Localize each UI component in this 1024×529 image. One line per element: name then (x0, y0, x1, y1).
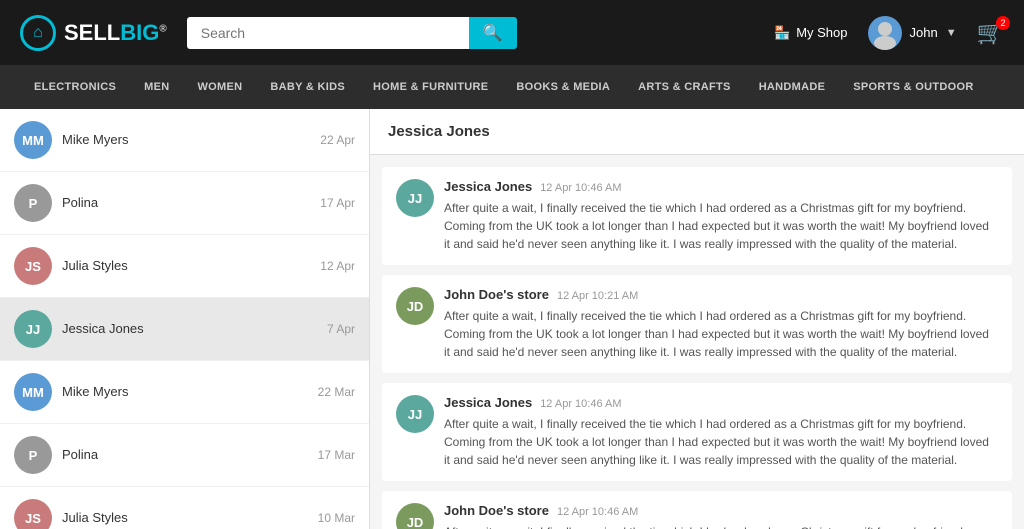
chat-date: 10 Mar (318, 511, 355, 525)
message-avatar: JD (396, 503, 434, 529)
chat-info: Mike Myers (62, 131, 320, 149)
message-text: After quite a wait, I finally received t… (444, 199, 998, 253)
logo-text: SELLBIG® (64, 20, 167, 46)
message-sender: Jessica Jones (444, 179, 532, 194)
search-bar: 🔍 (187, 17, 517, 49)
message-bubble: JD John Doe's store 12 Apr 10:46 AM Afte… (382, 491, 1012, 529)
nav-sports-outdoor[interactable]: SPORTS & OUTDOOR (839, 65, 987, 109)
chat-messages: Jessica Jones JJ Jessica Jones 12 Apr 10… (370, 109, 1024, 529)
message-time: 12 Apr 10:46 AM (540, 182, 621, 194)
message-content: John Doe's store 12 Apr 10:21 AM After q… (444, 287, 998, 361)
chat-name: Mike Myers (62, 384, 128, 399)
chat-date: 17 Mar (318, 448, 355, 462)
chat-avatar: P (14, 436, 52, 474)
message-time: 12 Apr 10:21 AM (557, 290, 638, 302)
chat-name: Julia Styles (62, 510, 128, 525)
chat-header: Jessica Jones (370, 109, 1024, 155)
chat-list-item[interactable]: JS Julia Styles 10 Mar (0, 487, 369, 529)
message-text: After quite a wait, I finally received t… (444, 307, 998, 361)
message-text: After quite a wait, I finally received t… (444, 415, 998, 469)
message-text: After quite a wait, I finally received t… (444, 523, 998, 529)
chat-info: Polina (62, 446, 318, 464)
message-avatar: JJ (396, 179, 434, 217)
myshop-button[interactable]: 🏪 My Shop (774, 25, 848, 41)
message-bubble: JJ Jessica Jones 12 Apr 10:46 AM After q… (382, 167, 1012, 265)
chat-date: 17 Apr (320, 196, 355, 210)
chat-date: 22 Mar (318, 385, 355, 399)
chat-list-item[interactable]: JJ Jessica Jones 7 Apr (0, 298, 369, 361)
chat-avatar: MM (14, 121, 52, 159)
nav-baby-kids[interactable]: BABY & KIDS (256, 65, 359, 109)
chat-avatar: MM (14, 373, 52, 411)
shop-icon: 🏪 (774, 25, 790, 41)
nav-women[interactable]: WOMEN (184, 65, 257, 109)
chat-avatar: JS (14, 247, 52, 285)
chat-date: 7 Apr (327, 322, 355, 336)
chat-list-item[interactable]: JS Julia Styles 12 Apr (0, 235, 369, 298)
chat-name: Julia Styles (62, 258, 128, 273)
logo[interactable]: ⌂ SELLBIG® (20, 15, 167, 51)
chat-name: Mike Myers (62, 132, 128, 147)
message-content: Jessica Jones 12 Apr 10:46 AM After quit… (444, 395, 998, 469)
user-name: John (910, 25, 938, 40)
chat-info: Mike Myers (62, 383, 318, 401)
search-input[interactable] (187, 17, 469, 49)
dropdown-arrow: ▼ (946, 27, 957, 39)
chat-info: Polina (62, 194, 320, 212)
myshop-label: My Shop (796, 25, 847, 40)
chat-date: 12 Apr (320, 259, 355, 273)
chat-list-item[interactable]: P Polina 17 Apr (0, 172, 369, 235)
message-meta: John Doe's store 12 Apr 10:46 AM (444, 503, 998, 518)
message-avatar: JJ (396, 395, 434, 433)
cart-button[interactable]: 🛒 2 (977, 20, 1004, 46)
chat-list-item[interactable]: P Polina 17 Mar (0, 424, 369, 487)
navigation: ELECTRONICS MEN WOMEN BABY & KIDS HOME &… (0, 65, 1024, 109)
message-content: Jessica Jones 12 Apr 10:46 AM After quit… (444, 179, 998, 253)
message-meta: John Doe's store 12 Apr 10:21 AM (444, 287, 998, 302)
nav-handmade[interactable]: HANDMADE (745, 65, 840, 109)
message-bubble: JJ Jessica Jones 12 Apr 10:46 AM After q… (382, 383, 1012, 481)
active-chat-name: Jessica Jones (388, 123, 490, 140)
message-meta: Jessica Jones 12 Apr 10:46 AM (444, 395, 998, 410)
messages-area: JJ Jessica Jones 12 Apr 10:46 AM After q… (370, 155, 1024, 529)
message-sender: Jessica Jones (444, 395, 532, 410)
message-time: 12 Apr 10:46 AM (540, 398, 621, 410)
chat-info: Jessica Jones (62, 320, 327, 338)
message-time: 12 Apr 10:46 AM (557, 506, 638, 518)
nav-home-furniture[interactable]: HOME & FURNITURE (359, 65, 502, 109)
chat-avatar: JJ (14, 310, 52, 348)
message-sender: John Doe's store (444, 503, 549, 518)
avatar (868, 16, 902, 50)
main-content: MM Mike Myers 22 Apr P Polina 17 Apr JS … (0, 109, 1024, 529)
message-bubble: JD John Doe's store 12 Apr 10:21 AM Afte… (382, 275, 1012, 373)
chat-name: Polina (62, 447, 98, 462)
chat-info: Julia Styles (62, 257, 320, 275)
user-area[interactable]: John ▼ (868, 16, 957, 50)
nav-books-media[interactable]: BOOKS & MEDIA (502, 65, 624, 109)
chat-list-item[interactable]: MM Mike Myers 22 Mar (0, 361, 369, 424)
chat-list-item[interactable]: MM Mike Myers 22 Apr (0, 109, 369, 172)
header-right: 🏪 My Shop John ▼ 🛒 2 (774, 16, 1004, 50)
chat-info: Julia Styles (62, 509, 318, 527)
message-meta: Jessica Jones 12 Apr 10:46 AM (444, 179, 998, 194)
chat-date: 22 Apr (320, 133, 355, 147)
logo-icon: ⌂ (20, 15, 56, 51)
chat-list: MM Mike Myers 22 Apr P Polina 17 Apr JS … (0, 109, 370, 529)
header: ⌂ SELLBIG® 🔍 🏪 My Shop John ▼ 🛒 2 (0, 0, 1024, 65)
chat-avatar: P (14, 184, 52, 222)
nav-arts-crafts[interactable]: ARTS & CRAFTS (624, 65, 745, 109)
chat-name: Jessica Jones (62, 321, 144, 336)
nav-men[interactable]: MEN (130, 65, 183, 109)
chat-avatar: JS (14, 499, 52, 529)
search-button[interactable]: 🔍 (469, 17, 517, 49)
message-content: John Doe's store 12 Apr 10:46 AM After q… (444, 503, 998, 529)
cart-badge: 2 (996, 16, 1010, 30)
message-sender: John Doe's store (444, 287, 549, 302)
nav-electronics[interactable]: ELECTRONICS (20, 65, 130, 109)
chat-name: Polina (62, 195, 98, 210)
message-avatar: JD (396, 287, 434, 325)
